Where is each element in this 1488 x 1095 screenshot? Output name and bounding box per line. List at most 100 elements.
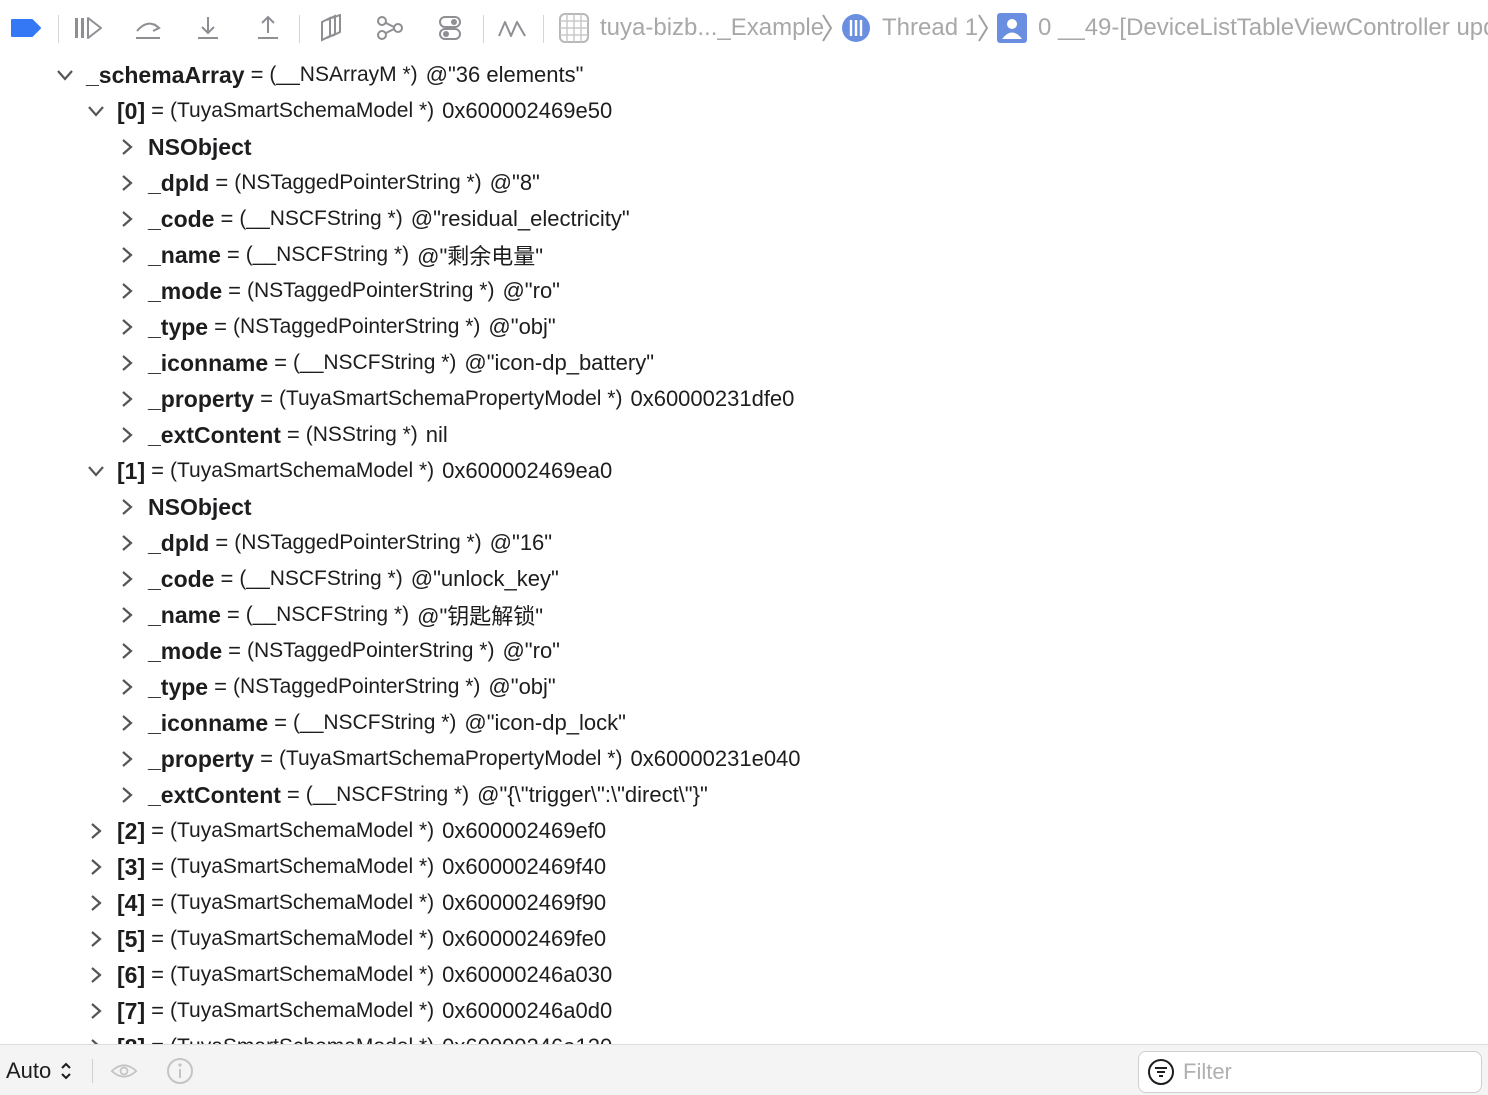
disclosure-chevron-right-icon[interactable] bbox=[85, 820, 107, 842]
variable-row[interactable]: _iconname = (__NSCFString *) @"icon-dp_lock… bbox=[0, 705, 1488, 741]
variable-row[interactable]: _dpId = (NSTaggedPointerString *) @"8" bbox=[0, 165, 1488, 201]
disclosure-chevron-right-icon[interactable] bbox=[116, 388, 138, 410]
variable-row[interactable]: [4] = (TuyaSmartSchemaModel *) 0x600002469f… bbox=[0, 885, 1488, 921]
variable-name: _type bbox=[148, 313, 209, 340]
stack-frame-user-icon bbox=[997, 13, 1027, 43]
variable-name: [5] bbox=[117, 925, 146, 952]
disclosure-chevron-right-icon[interactable] bbox=[85, 964, 107, 986]
equals-sign: = bbox=[151, 1034, 164, 1044]
variable-name: _dpId bbox=[148, 169, 210, 196]
variable-row[interactable]: _extContent = (__NSCFString *) @"{\"trigger… bbox=[0, 777, 1488, 813]
disclosure-chevron-right-icon[interactable] bbox=[116, 676, 138, 698]
variable-name: _name bbox=[148, 601, 221, 628]
variable-row[interactable]: [2] = (TuyaSmartSchemaModel *) 0x600002469e… bbox=[0, 813, 1488, 849]
equals-sign: = bbox=[228, 278, 241, 303]
variable-row[interactable]: _property = (TuyaSmartSchemaPropertyModel … bbox=[0, 741, 1488, 777]
quick-look-button[interactable] bbox=[110, 1057, 138, 1085]
variable-name: _iconname bbox=[148, 349, 269, 376]
equals-sign: = bbox=[151, 998, 164, 1023]
disclosure-chevron-down-icon[interactable] bbox=[85, 100, 107, 122]
disclosure-chevron-right-icon[interactable] bbox=[85, 1036, 107, 1044]
disclosure-chevron-right-icon[interactable] bbox=[85, 1000, 107, 1022]
variable-type: (NSTaggedPointerString *) bbox=[232, 315, 481, 338]
disclosure-chevron-right-icon[interactable] bbox=[116, 280, 138, 302]
disclosure-chevron-right-icon[interactable] bbox=[116, 784, 138, 806]
memory-graph-button[interactable] bbox=[372, 10, 408, 46]
environment-overrides-button[interactable] bbox=[432, 10, 468, 46]
disclosure-chevron-right-icon[interactable] bbox=[116, 244, 138, 266]
scope-select[interactable]: Auto bbox=[6, 1057, 73, 1085]
debug-view-hierarchy-button[interactable] bbox=[312, 10, 348, 46]
variable-value: 0x600002469f40 bbox=[442, 854, 607, 879]
disclosure-chevron-right-icon[interactable] bbox=[85, 856, 107, 878]
disclosure-chevron-right-icon[interactable] bbox=[116, 424, 138, 446]
disclosure-chevron-right-icon[interactable] bbox=[85, 892, 107, 914]
variable-name: _code bbox=[148, 565, 215, 592]
disclosure-chevron-right-icon[interactable] bbox=[116, 532, 138, 554]
disclosure-chevron-right-icon[interactable] bbox=[116, 604, 138, 626]
variable-row[interactable]: _name = (__NSCFString *) @"钥匙解锁" bbox=[0, 597, 1488, 633]
variable-name: [8] bbox=[117, 1034, 145, 1045]
variable-row[interactable]: NSObject bbox=[0, 129, 1488, 165]
disclosure-chevron-right-icon[interactable] bbox=[116, 640, 138, 662]
disclosure-chevron-down-icon[interactable] bbox=[85, 460, 107, 482]
disclosure-chevron-right-icon[interactable] bbox=[116, 136, 138, 158]
disclosure-chevron-right-icon[interactable] bbox=[116, 352, 138, 374]
variable-row[interactable]: _schemaArray = (__NSArrayM *) @"36 elements… bbox=[0, 57, 1488, 93]
variable-row[interactable]: [5] = (TuyaSmartSchemaModel *) 0x600002469f… bbox=[0, 921, 1488, 957]
variable-name: _dpId bbox=[148, 529, 210, 556]
variable-row[interactable]: _type = (NSTaggedPointerString *) @"obj" bbox=[0, 309, 1488, 345]
simulate-location-button[interactable] bbox=[494, 10, 530, 46]
variable-value: 0x600002469fe0 bbox=[442, 926, 607, 951]
disclosure-chevron-right-icon[interactable] bbox=[85, 928, 107, 950]
variable-row[interactable]: _mode = (NSTaggedPointerString *) @"ro" bbox=[0, 273, 1488, 309]
variable-type: (NSTaggedPointerString *) bbox=[234, 171, 482, 194]
breadcrumb-frame[interactable]: 0 __49-[DeviceListTableViewController up… bbox=[996, 12, 1488, 44]
variable-name: NSObject bbox=[148, 493, 252, 520]
variable-row[interactable]: _dpId = (NSTaggedPointerString *) @"16" bbox=[0, 525, 1488, 561]
variable-name: [7] bbox=[117, 997, 146, 1024]
step-out-button[interactable] bbox=[250, 10, 286, 46]
step-into-button[interactable] bbox=[190, 10, 226, 46]
disclosure-chevron-right-icon[interactable] bbox=[116, 208, 138, 230]
variable-row[interactable]: [8] = (TuyaSmartSchemaModel *) 0x60000246a1… bbox=[0, 1029, 1488, 1044]
variable-row[interactable]: _iconname = (__NSCFString *) @"icon-dp_batt… bbox=[0, 345, 1488, 381]
disclosure-chevron-right-icon[interactable] bbox=[116, 316, 138, 338]
variable-value: @"16" bbox=[489, 530, 553, 555]
scope-select-value: Auto bbox=[6, 1058, 52, 1083]
disclosure-chevron-down-icon[interactable] bbox=[54, 64, 76, 86]
variable-name: [0] bbox=[117, 97, 146, 124]
variable-row[interactable]: _extContent = (NSString *) nil bbox=[0, 417, 1488, 453]
variable-row[interactable]: _mode = (NSTaggedPointerString *) @"ro" bbox=[0, 633, 1488, 669]
breakpoint-toggle-button[interactable] bbox=[8, 10, 44, 46]
variable-row[interactable]: [0] = (TuyaSmartSchemaModel *) 0x600002469e… bbox=[0, 93, 1488, 129]
disclosure-chevron-right-icon[interactable] bbox=[116, 568, 138, 590]
breadcrumb-thread[interactable]: Thread 1 bbox=[840, 12, 978, 44]
variable-row[interactable]: _type = (NSTaggedPointerString *) @"obj" bbox=[0, 669, 1488, 705]
variable-value: 0x60000246a030 bbox=[442, 962, 613, 987]
continue-button[interactable] bbox=[70, 10, 106, 46]
variable-row[interactable]: [7] = (TuyaSmartSchemaModel *) 0x60000246a0… bbox=[0, 993, 1488, 1029]
disclosure-chevron-right-icon[interactable] bbox=[116, 748, 138, 770]
filter-input[interactable] bbox=[1181, 1058, 1475, 1086]
variable-type: (TuyaSmartSchemaModel *) bbox=[169, 459, 435, 482]
variable-row[interactable]: _code = (__NSCFString *) @"unlock_key" bbox=[0, 561, 1488, 597]
disclosure-chevron-right-icon[interactable] bbox=[116, 712, 138, 734]
variable-row[interactable]: [1] = (TuyaSmartSchemaModel *) 0x600002469e… bbox=[0, 453, 1488, 489]
filter-field[interactable] bbox=[1138, 1051, 1482, 1093]
breadcrumb-target[interactable]: tuya-bizb..._Example bbox=[558, 12, 824, 44]
variable-type: (NSTaggedPointerString *) bbox=[232, 675, 481, 698]
step-over-button[interactable] bbox=[130, 10, 166, 46]
variable-row[interactable]: _property = (TuyaSmartSchemaPropertyModel … bbox=[0, 381, 1488, 417]
variable-row[interactable]: NSObject bbox=[0, 489, 1488, 525]
variable-name: _mode bbox=[148, 637, 223, 664]
disclosure-chevron-right-icon[interactable] bbox=[116, 496, 138, 518]
equals-sign: = bbox=[274, 710, 288, 735]
print-description-button[interactable] bbox=[166, 1057, 194, 1085]
variable-row[interactable]: [6] = (TuyaSmartSchemaModel *) 0x60000246a0… bbox=[0, 957, 1488, 993]
breadcrumb-frame-label: 0 __49-[DeviceListTableViewController up… bbox=[1038, 14, 1488, 41]
variable-row[interactable]: [3] = (TuyaSmartSchemaModel *) 0x600002469f… bbox=[0, 849, 1488, 885]
variable-row[interactable]: _code = (__NSCFString *) @"residual_electri… bbox=[0, 201, 1488, 237]
disclosure-chevron-right-icon[interactable] bbox=[116, 172, 138, 194]
variable-row[interactable]: _name = (__NSCFString *) @"剩余电量" bbox=[0, 237, 1488, 273]
